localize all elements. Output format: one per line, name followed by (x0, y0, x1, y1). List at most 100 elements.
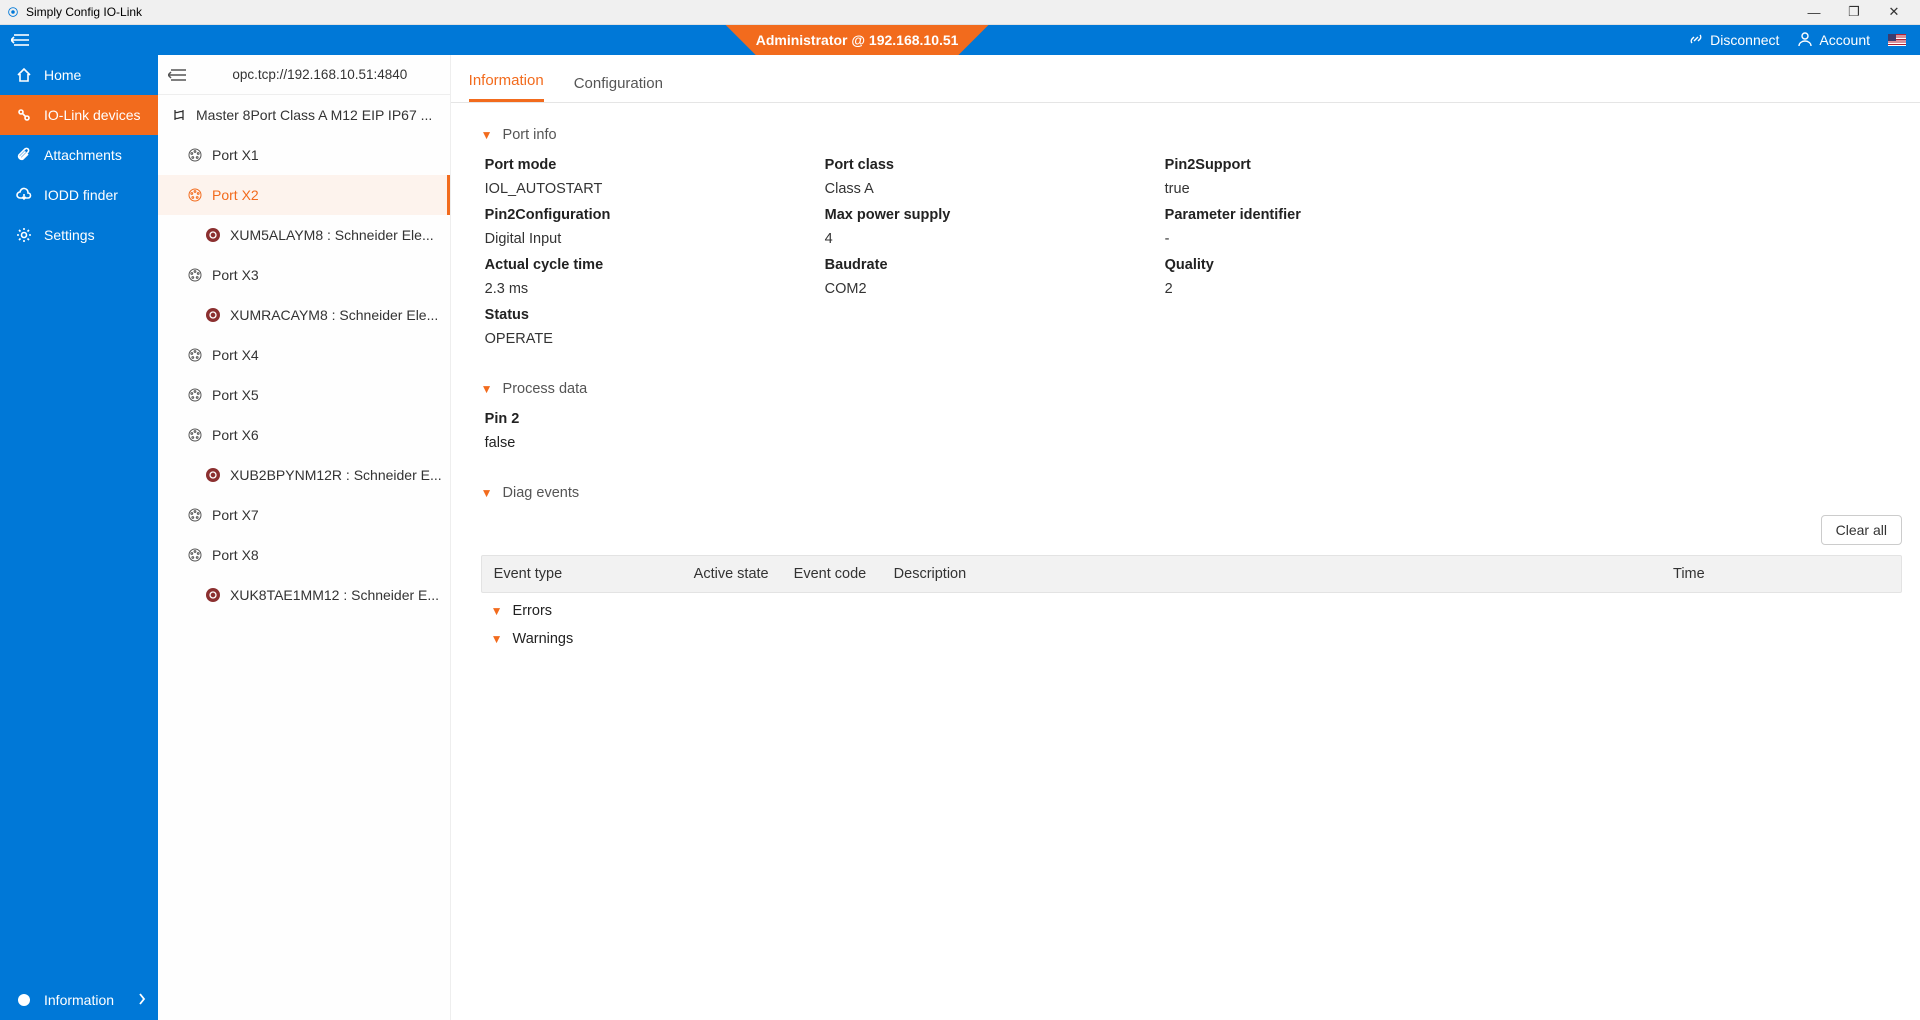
tree-device[interactable]: XUK8TAE1MM12 : Schneider E... (158, 575, 450, 615)
nav-iodd-label: IODD finder (44, 187, 118, 203)
caret-down-icon: ▼ (481, 128, 493, 142)
label-status: Status (485, 307, 805, 323)
disconnect-label: Disconnect (1710, 32, 1779, 48)
col-active-state: Active state (682, 566, 782, 582)
tree-port[interactable]: Port X7 (158, 495, 450, 535)
tree-port[interactable]: Port X4 (158, 335, 450, 375)
tree-device[interactable]: XUM5ALAYM8 : Schneider Ele... (158, 215, 450, 255)
device-tree-panel: opc.tcp://192.168.10.51:4840 Master 8Por… (158, 55, 451, 1020)
nav-home[interactable]: Home (0, 55, 158, 95)
subsection-errors[interactable]: ▼ Errors (481, 597, 1902, 625)
tree-item-label: Port X5 (212, 387, 259, 403)
tree-master[interactable]: Master 8Port Class A M12 EIP IP67 ... (158, 95, 450, 135)
section-process-data[interactable]: ▼ Process data (481, 381, 1902, 397)
value-param-id: - (1165, 231, 1485, 247)
connection-banner-text: Administrator @ 192.168.10.51 (756, 32, 959, 48)
value-cycle-time: 2.3 ms (485, 281, 805, 297)
value-status: OPERATE (485, 331, 805, 347)
value-pin2support: true (1165, 181, 1485, 197)
info-icon: i (16, 992, 32, 1008)
nav-settings-label: Settings (44, 227, 95, 243)
label-port-class: Port class (825, 157, 1145, 173)
top-bar: Administrator @ 192.168.10.51 Disconnect… (0, 25, 1920, 55)
value-port-mode: IOL_AUTOSTART (485, 181, 805, 197)
nav-iolink-devices[interactable]: IO-Link devices (0, 95, 158, 135)
tree-device[interactable]: XUMRACAYM8 : Schneider Ele... (158, 295, 450, 335)
tree-port[interactable]: Port X8 (158, 535, 450, 575)
col-event-code: Event code (782, 566, 882, 582)
home-icon (16, 67, 32, 83)
window-title: Simply Config IO-Link (26, 5, 142, 19)
content-tabs: Information Configuration (451, 55, 1920, 103)
account-icon (1797, 31, 1813, 50)
tree-item-label: Port X6 (212, 427, 259, 443)
label-max-power: Max power supply (825, 207, 1145, 223)
gear-icon (16, 227, 32, 243)
app-icon (6, 5, 20, 19)
section-diag-events[interactable]: ▼ Diag events (481, 485, 1902, 501)
caret-down-icon: ▼ (491, 632, 503, 646)
tree-collapse-button[interactable] (168, 66, 186, 84)
diag-table-header: Event type Active state Event code Descr… (481, 555, 1902, 593)
value-quality: 2 (1165, 281, 1485, 297)
value-max-power: 4 (825, 231, 1145, 247)
tree-port[interactable]: Port X1 (158, 135, 450, 175)
disconnect-button[interactable]: Disconnect (1688, 31, 1779, 50)
connection-banner: Administrator @ 192.168.10.51 (696, 25, 1019, 55)
svg-text:i: i (23, 996, 26, 1006)
subsection-errors-label: Errors (513, 603, 552, 619)
caret-down-icon: ▼ (491, 604, 503, 618)
section-port-info[interactable]: ▼ Port info (481, 127, 1902, 143)
account-label: Account (1819, 32, 1870, 48)
tree-item-label: XUK8TAE1MM12 : Schneider E... (230, 587, 439, 603)
tree-port[interactable]: Port X2 (158, 175, 450, 215)
content-panel: Information Configuration ▼ Port info Po… (451, 55, 1920, 1020)
section-diag-events-label: Diag events (503, 485, 580, 501)
value-baudrate: COM2 (825, 281, 1145, 297)
attachment-icon (16, 147, 32, 163)
nav-settings[interactable]: Settings (0, 215, 158, 255)
label-param-id: Parameter identifier (1165, 207, 1485, 223)
nav-attachments[interactable]: Attachments (0, 135, 158, 175)
tree-item-label: Port X4 (212, 347, 259, 363)
language-flag-us[interactable] (1888, 34, 1906, 46)
clear-all-button[interactable]: Clear all (1821, 515, 1902, 545)
label-quality: Quality (1165, 257, 1485, 273)
disconnect-icon (1688, 31, 1704, 50)
window-maximize-button[interactable]: ❐ (1834, 4, 1874, 20)
caret-down-icon: ▼ (481, 486, 493, 500)
left-nav: Home IO-Link devices Attachments IODD fi… (0, 55, 158, 1020)
col-time: Time (1661, 566, 1901, 582)
window-minimize-button[interactable]: — (1794, 5, 1834, 20)
account-button[interactable]: Account (1797, 31, 1870, 50)
tree-item-label: Port X8 (212, 547, 259, 563)
col-event-type: Event type (482, 566, 682, 582)
tree-device[interactable]: XUB2BPYNM12R : Schneider E... (158, 455, 450, 495)
server-address: opc.tcp://192.168.10.51:4840 (200, 67, 440, 82)
tree-port[interactable]: Port X5 (158, 375, 450, 415)
nav-information-label: Information (44, 992, 114, 1008)
nav-home-label: Home (44, 67, 81, 83)
tab-information[interactable]: Information (469, 60, 544, 102)
label-cycle-time: Actual cycle time (485, 257, 805, 273)
cloud-download-icon (16, 187, 32, 203)
col-description: Description (882, 566, 1661, 582)
window-close-button[interactable]: ✕ (1874, 4, 1914, 20)
label-pin2: Pin 2 (485, 411, 1902, 427)
nav-iodd-finder[interactable]: IODD finder (0, 175, 158, 215)
window-titlebar: Simply Config IO-Link — ❐ ✕ (0, 0, 1920, 25)
tab-configuration[interactable]: Configuration (574, 63, 663, 102)
tree-port[interactable]: Port X6 (158, 415, 450, 455)
subsection-warnings-label: Warnings (513, 631, 574, 647)
label-port-mode: Port mode (485, 157, 805, 173)
tree-item-label: XUB2BPYNM12R : Schneider E... (230, 467, 442, 483)
menu-toggle-button[interactable] (0, 25, 40, 55)
section-process-data-label: Process data (503, 381, 588, 397)
label-pin2config: Pin2Configuration (485, 207, 805, 223)
nav-information[interactable]: i Information (0, 980, 158, 1020)
subsection-warnings[interactable]: ▼ Warnings (481, 625, 1902, 653)
label-baudrate: Baudrate (825, 257, 1145, 273)
tree-item-label: Port X1 (212, 147, 259, 163)
tree-port[interactable]: Port X3 (158, 255, 450, 295)
section-port-info-label: Port info (503, 127, 557, 143)
